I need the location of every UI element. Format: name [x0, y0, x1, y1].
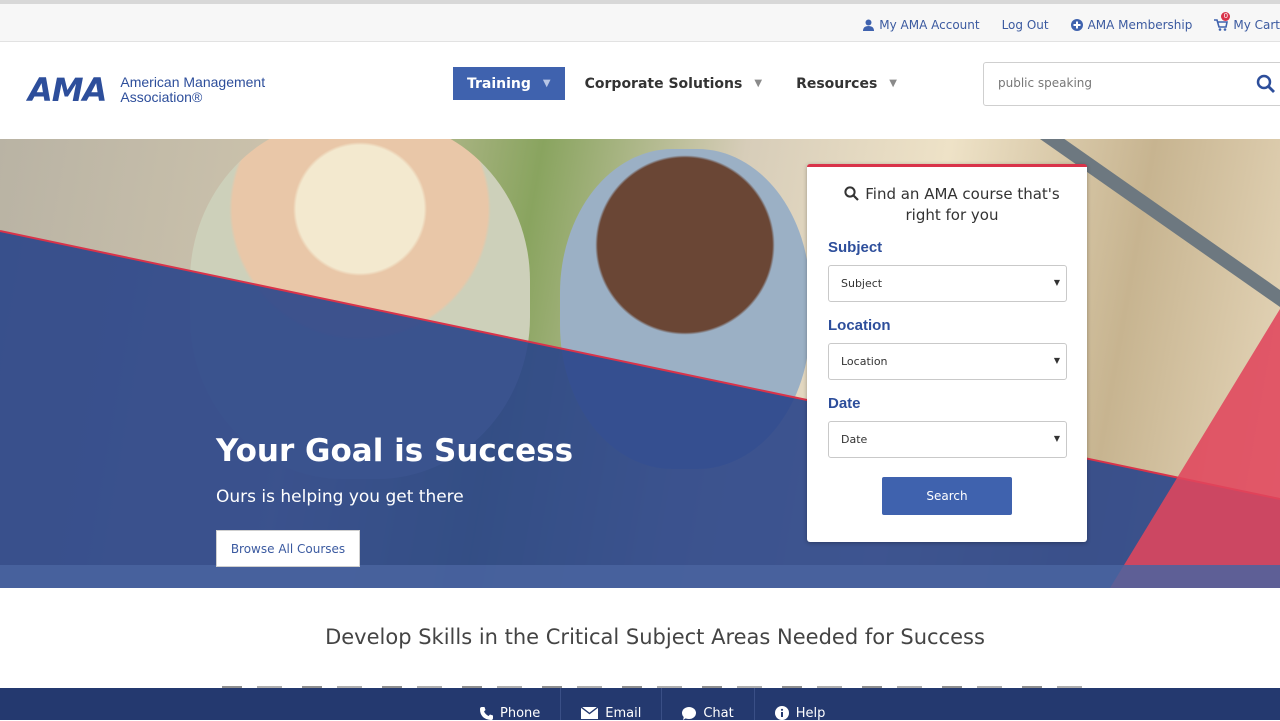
nav-resources[interactable]: Resources ▼ — [782, 67, 911, 100]
hero-title: Your Goal is Success — [216, 433, 574, 469]
search-icon — [844, 186, 860, 201]
nav-training[interactable]: Training ▼ — [453, 67, 565, 100]
section-heading: Develop Skills in the Critical Subject A… — [325, 625, 985, 649]
chat-link[interactable]: Chat — [662, 688, 755, 721]
help-link[interactable]: Help — [755, 688, 846, 721]
logo-line-2: Association® — [120, 89, 203, 105]
utility-bar: My AMA Account Log Out AMA Membership 0 … — [0, 0, 1280, 42]
phone-link[interactable]: Phone — [460, 688, 562, 721]
plus-circle-icon — [1070, 19, 1083, 31]
user-icon — [863, 19, 875, 31]
nav-training-label: Training — [467, 75, 531, 92]
subject-select-value: Subject — [841, 277, 883, 290]
site-header: AMA American Management Association® Tra… — [0, 42, 1280, 139]
finder-heading-text: Find an AMA course that's right for you — [865, 185, 1060, 224]
date-select-value: Date — [841, 433, 868, 446]
nav-resources-label: Resources — [796, 75, 878, 92]
caret-down-icon: ▼ — [542, 78, 551, 89]
contact-bar-items: Phone Email Chat Help — [460, 688, 846, 721]
logo-mark: AMA — [28, 71, 107, 109]
cart-link[interactable]: 0 My Cart — [1214, 12, 1280, 32]
ama-logo[interactable]: AMA American Management Association® — [28, 71, 265, 109]
subject-label: Subject — [828, 239, 883, 256]
main-nav: Training ▼ Corporate Solutions ▼ Resourc… — [453, 67, 917, 100]
my-account-label: My AMA Account — [879, 18, 980, 32]
browse-all-courses-button[interactable]: Browse All Courses — [216, 530, 360, 567]
logo-line-1: American Management — [120, 74, 266, 90]
search-input[interactable] — [998, 76, 1238, 90]
course-finder-panel: Find an AMA course that's right for you … — [807, 164, 1087, 542]
dropdown-arrow-icon: ▼ — [1053, 356, 1060, 365]
location-select[interactable]: Location ▼ — [828, 343, 1067, 380]
location-select-value: Location — [841, 355, 888, 368]
hero-overlay — [0, 230, 1280, 588]
envelope-icon — [581, 707, 599, 719]
finder-search-button[interactable]: Search — [882, 477, 1012, 515]
phone-label: Phone — [500, 705, 541, 721]
logout-link[interactable]: Log Out — [1002, 18, 1049, 32]
caret-down-icon: ▼ — [754, 78, 763, 89]
membership-link[interactable]: AMA Membership — [1070, 18, 1193, 32]
subject-select[interactable]: Subject ▼ — [828, 265, 1067, 302]
contact-bar: Phone Email Chat Help — [0, 688, 1280, 721]
utility-links: My AMA Account Log Out AMA Membership 0 … — [841, 12, 1280, 32]
nav-corporate-label: Corporate Solutions — [584, 75, 743, 92]
date-select[interactable]: Date ▼ — [828, 421, 1067, 458]
email-link[interactable]: Email — [561, 688, 663, 721]
membership-label: AMA Membership — [1087, 18, 1193, 32]
dropdown-arrow-icon: ▼ — [1053, 434, 1060, 443]
date-label: Date — [828, 395, 861, 412]
location-label: Location — [828, 317, 891, 334]
help-label: Help — [795, 705, 826, 721]
caret-down-icon: ▼ — [889, 78, 897, 89]
finder-heading: Find an AMA course that's right for you — [837, 184, 1067, 226]
email-label: Email — [605, 705, 642, 721]
site-search — [983, 62, 1280, 106]
chat-label: Chat — [703, 705, 734, 721]
search-icon[interactable] — [1256, 74, 1276, 94]
logo-wordmark: American Management Association® — [120, 75, 265, 105]
my-account-link[interactable]: My AMA Account — [863, 18, 980, 32]
info-icon — [774, 706, 789, 720]
phone-icon — [480, 706, 493, 720]
cart-label: My Cart — [1233, 18, 1280, 32]
hero-subtitle: Ours is helping you get there — [216, 487, 464, 507]
nav-corporate-solutions[interactable]: Corporate Solutions ▼ — [571, 67, 776, 100]
dropdown-arrow-icon: ▼ — [1053, 278, 1060, 287]
logout-label: Log Out — [1001, 18, 1049, 32]
chat-bubble-icon — [682, 706, 697, 720]
cart-count-badge: 0 — [1221, 12, 1231, 21]
hero-banner: Your Goal is Success Ours is helping you… — [0, 139, 1280, 588]
